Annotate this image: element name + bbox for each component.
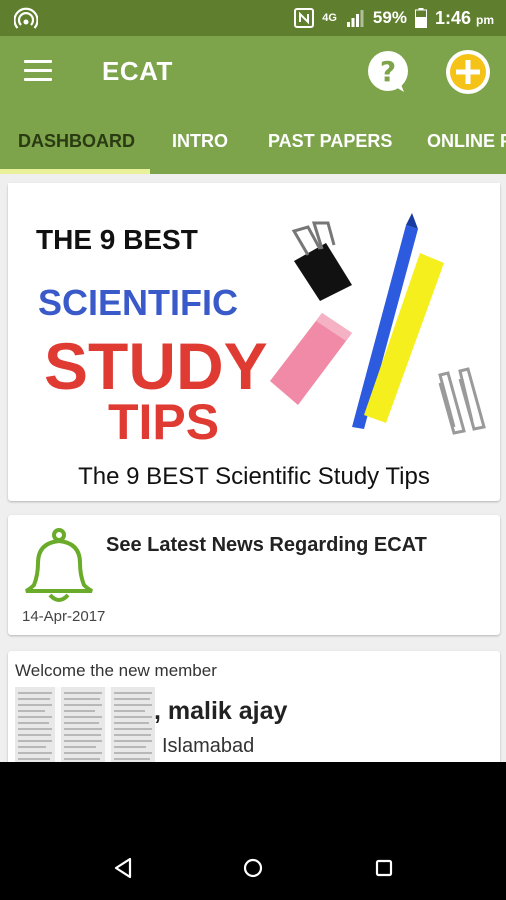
member-city: Islamabad (162, 735, 255, 757)
binder-clip-icon (291, 221, 352, 301)
system-nav-bar (0, 834, 506, 900)
app-bar: ECAT ? (0, 36, 506, 108)
battery-icon (414, 8, 427, 28)
study-tips-image: THE 9 BEST SCIENTIFIC STUDY TIPS (8, 183, 500, 453)
recents-icon[interactable] (370, 854, 398, 882)
clock-ampm: pm (476, 12, 494, 27)
news-card[interactable]: See Latest News Regarding ECAT 14-Apr-20… (8, 515, 500, 635)
eraser-icon (270, 313, 352, 405)
image-line-3: STUDY (44, 329, 268, 403)
back-icon[interactable] (110, 854, 138, 882)
hotspot-icon (14, 7, 38, 29)
member-avatar (15, 687, 155, 762)
battery-percent: 59% (372, 8, 407, 27)
app-title: ECAT (102, 56, 173, 86)
image-line-2: SCIENTIFIC (38, 282, 238, 323)
signal-icon (346, 10, 364, 27)
new-member-card[interactable]: Welcome the new member , malik ajay Isla… (8, 651, 500, 762)
tab-intro[interactable]: INTRO (172, 108, 228, 174)
screen-blank-area (0, 762, 506, 834)
clock: 1:46 pm (435, 8, 494, 29)
clock-time: 1:46 (434, 7, 471, 28)
tab-past-papers[interactable]: PAST PAPERS (268, 108, 392, 174)
add-icon[interactable] (444, 48, 492, 96)
home-icon[interactable] (239, 854, 267, 882)
menu-icon[interactable] (24, 60, 52, 84)
bell-icon (25, 528, 93, 602)
paper-clip-icon (438, 367, 486, 435)
image-line-4: TIPS (108, 394, 219, 450)
news-title: See Latest News Regarding ECAT (106, 534, 427, 556)
status-bar: 4G 59% 1:46 pm (0, 0, 506, 36)
study-tips-caption: The 9 BEST Scientific Study Tips (78, 463, 430, 490)
svg-text:?: ? (380, 55, 396, 88)
nfc-icon (294, 8, 315, 28)
dashboard-content[interactable]: THE 9 BEST SCIENTIFIC STUDY TIPS The 9 B… (0, 174, 506, 762)
member-heading: Welcome the new member (15, 661, 217, 680)
tab-bar: DASHBOARD INTRO PAST PAPERS ONLINE P (0, 108, 506, 174)
member-name: , malik ajay (154, 697, 288, 725)
tab-online[interactable]: ONLINE P (427, 108, 506, 174)
news-date: 14-Apr-2017 (22, 608, 106, 625)
image-line-1: THE 9 BEST (36, 224, 198, 255)
help-icon[interactable]: ? (364, 48, 412, 96)
tab-dashboard[interactable]: DASHBOARD (18, 108, 135, 174)
network-type: 4G (322, 12, 337, 24)
study-tips-card[interactable]: THE 9 BEST SCIENTIFIC STUDY TIPS The 9 B… (8, 183, 500, 501)
